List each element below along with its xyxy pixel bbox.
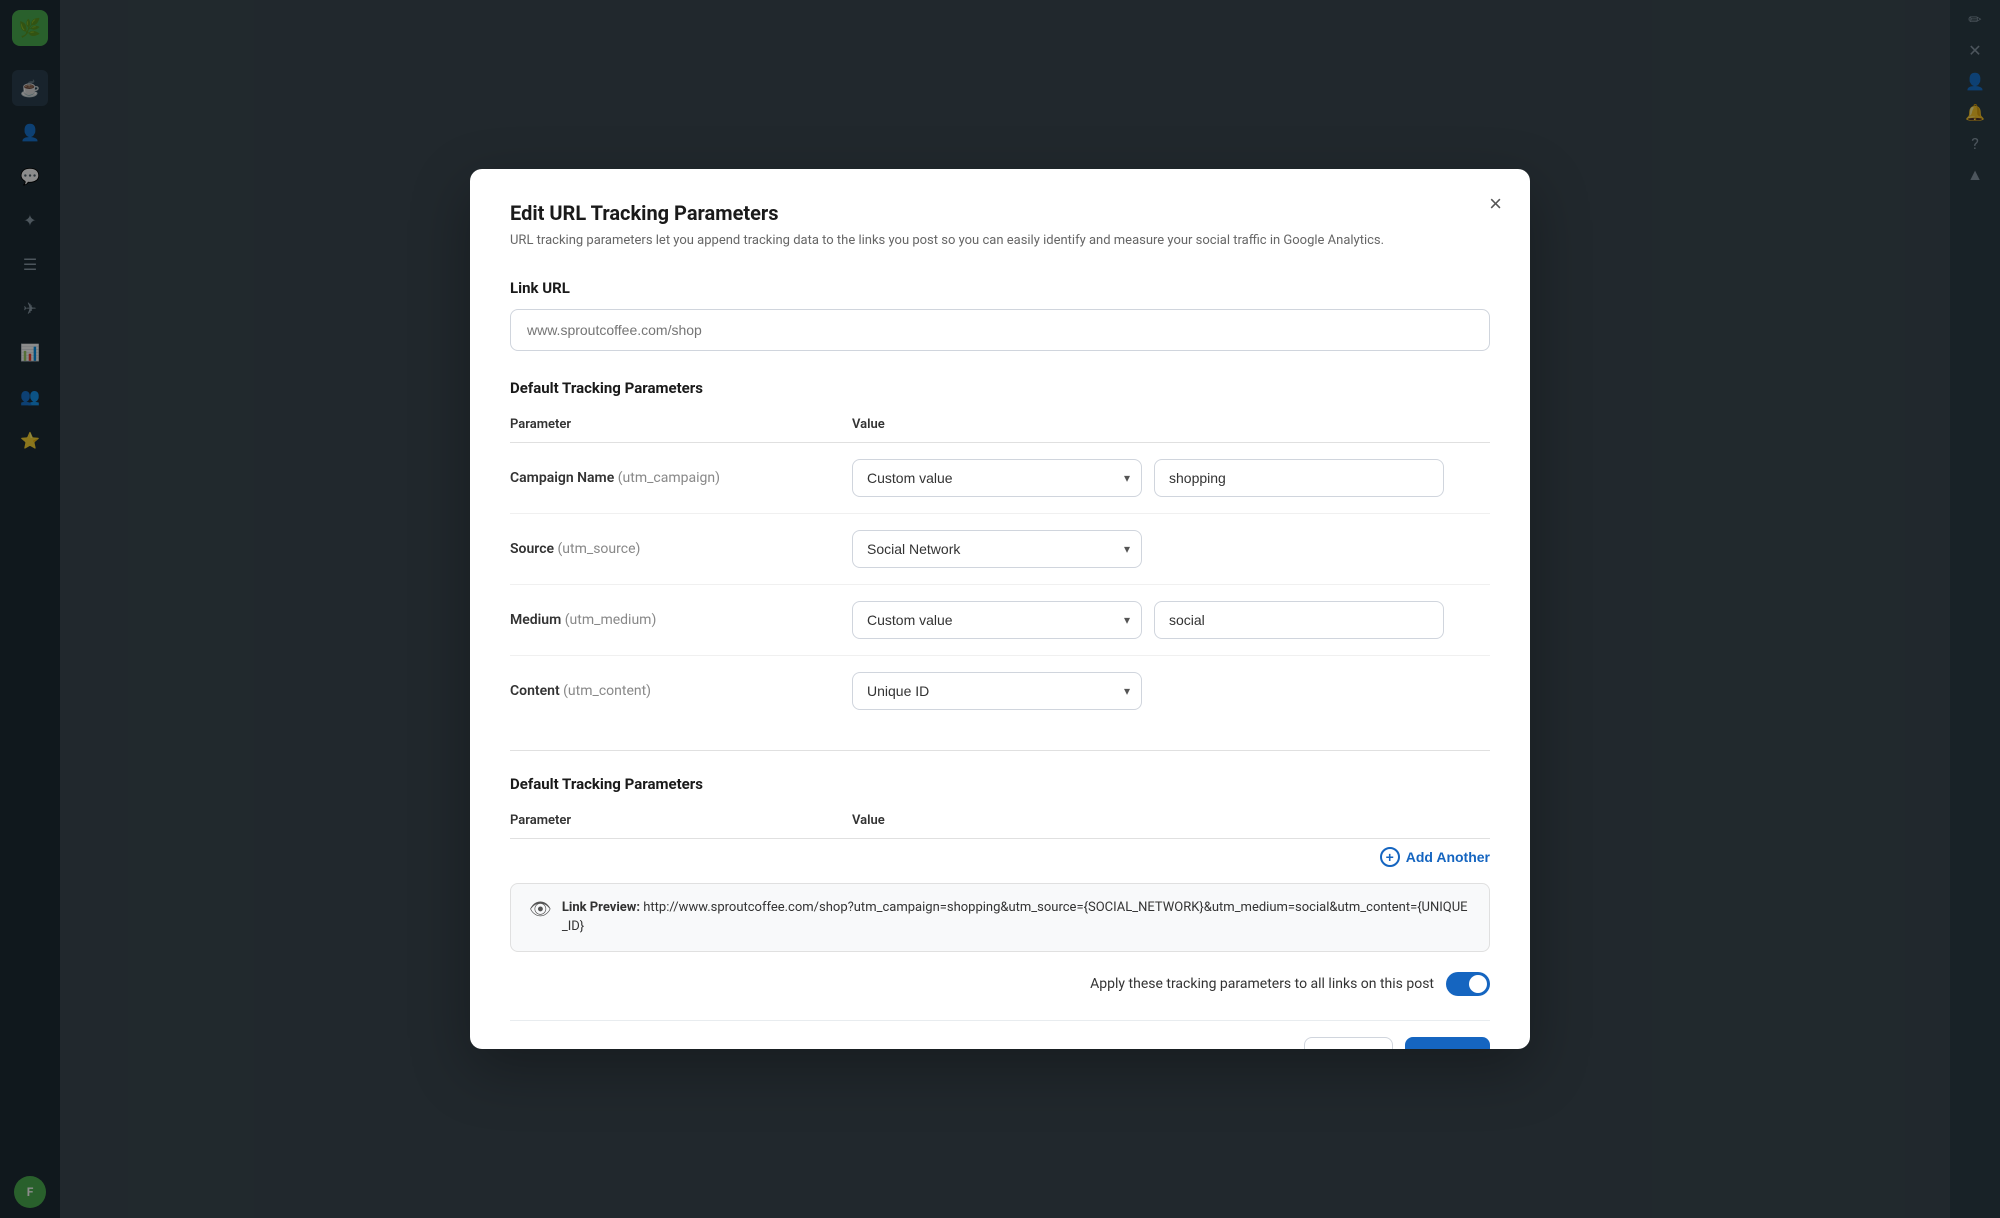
add-icon: + xyxy=(1380,847,1400,867)
add-another-row: + Add Another xyxy=(510,839,1490,883)
value-col-header: Value xyxy=(852,417,885,432)
eye-icon: 👁 xyxy=(529,899,552,920)
preview-label: Link Preview: xyxy=(562,900,640,915)
content-select-wrapper: Custom value Social Network Unique ID Po… xyxy=(852,672,1142,710)
close-button[interactable]: × xyxy=(1489,193,1502,215)
apply-row: Apply these tracking parameters to all l… xyxy=(510,972,1490,996)
apply-toggle[interactable] xyxy=(1446,972,1490,996)
cancel-button[interactable]: Cancel xyxy=(1304,1037,1394,1050)
add-another-label: Add Another xyxy=(1406,849,1490,865)
medium-text-input[interactable] xyxy=(1154,601,1444,639)
add-another-button[interactable]: + Add Another xyxy=(1380,847,1490,867)
apply-text: Apply these tracking parameters to all l… xyxy=(1090,976,1434,992)
campaign-select-wrapper: Custom value Social Network Unique ID Po… xyxy=(852,459,1142,497)
modal-dialog: × Edit URL Tracking Parameters URL track… xyxy=(470,169,1530,1049)
content-select[interactable]: Custom value Social Network Unique ID Po… xyxy=(852,672,1142,710)
manage-link[interactable]: Manage global link tracking settings xyxy=(510,1048,737,1050)
custom-param-col-header: Parameter xyxy=(510,813,840,828)
default-tracking-label: Default Tracking Parameters xyxy=(510,379,1490,397)
table-row: Source (utm_source) Custom value Social … xyxy=(510,514,1490,585)
section-divider xyxy=(510,750,1490,751)
link-url-input[interactable] xyxy=(510,309,1490,351)
link-preview-box: 👁 Link Preview: http://www.sproutcoffee.… xyxy=(510,883,1490,952)
modal-backdrop: × Edit URL Tracking Parameters URL track… xyxy=(0,0,2000,1218)
param-col-header: Parameter xyxy=(510,417,840,432)
content-value-fields: Custom value Social Network Unique ID Po… xyxy=(852,672,1490,710)
custom-tracking-label: Default Tracking Parameters xyxy=(510,775,1490,793)
footer-buttons: Cancel Save xyxy=(1304,1037,1490,1050)
table-row: Content (utm_content) Custom value Socia… xyxy=(510,656,1490,726)
link-url-label: Link URL xyxy=(510,279,1490,297)
custom-table-header: Parameter Value xyxy=(510,805,1490,839)
param-medium-name: Medium (utm_medium) xyxy=(510,612,840,628)
campaign-value-fields: Custom value Social Network Unique ID Po… xyxy=(852,459,1490,497)
link-preview-text: Link Preview: http://www.sproutcoffee.co… xyxy=(562,898,1471,937)
medium-select[interactable]: Custom value Social Network Unique ID Po… xyxy=(852,601,1142,639)
table-row: Campaign Name (utm_campaign) Custom valu… xyxy=(510,443,1490,514)
custom-value-col-header: Value xyxy=(852,813,885,828)
modal-footer: Manage global link tracking settings Can… xyxy=(510,1020,1490,1050)
table-header: Parameter Value xyxy=(510,409,1490,443)
source-value-fields: Custom value Social Network Unique ID Po… xyxy=(852,530,1490,568)
source-select-wrapper: Custom value Social Network Unique ID Po… xyxy=(852,530,1142,568)
preview-url: http://www.sproutcoffee.com/shop?utm_cam… xyxy=(562,900,1468,935)
source-select[interactable]: Custom value Social Network Unique ID Po… xyxy=(852,530,1142,568)
medium-value-fields: Custom value Social Network Unique ID Po… xyxy=(852,601,1490,639)
modal-subtitle: URL tracking parameters let you append t… xyxy=(510,231,1490,251)
param-content-name: Content (utm_content) xyxy=(510,683,840,699)
table-row: Medium (utm_medium) Custom value Social … xyxy=(510,585,1490,656)
param-source-name: Source (utm_source) xyxy=(510,541,840,557)
save-button[interactable]: Save xyxy=(1405,1037,1490,1050)
modal-title: Edit URL Tracking Parameters xyxy=(510,201,1490,225)
campaign-select[interactable]: Custom value Social Network Unique ID Po… xyxy=(852,459,1142,497)
campaign-text-input[interactable] xyxy=(1154,459,1444,497)
toggle-slider xyxy=(1446,972,1490,996)
param-campaign-name: Campaign Name (utm_campaign) xyxy=(510,470,840,486)
medium-select-wrapper: Custom value Social Network Unique ID Po… xyxy=(852,601,1142,639)
